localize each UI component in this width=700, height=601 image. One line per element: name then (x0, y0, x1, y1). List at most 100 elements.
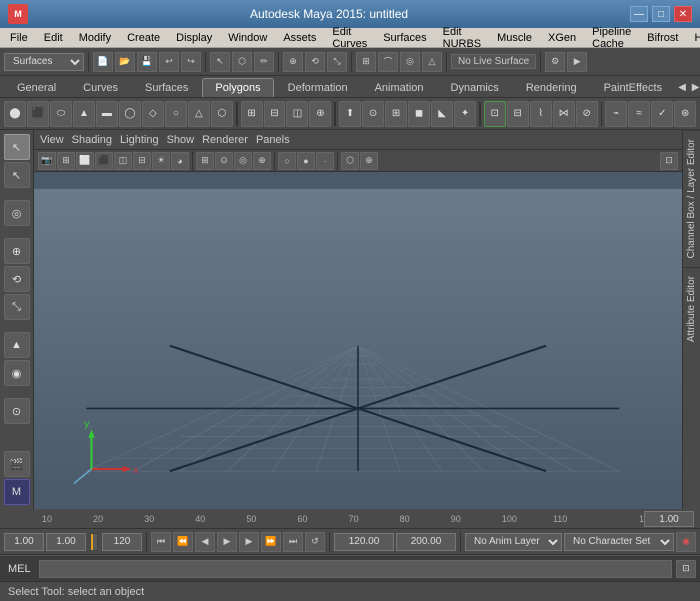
shelf-cylinder-icon[interactable]: ⬭ (50, 101, 72, 127)
vp-select-all-icon[interactable]: ⊞ (57, 152, 75, 170)
shelf-pipe-icon[interactable]: ○ (165, 101, 187, 127)
tab-surfaces[interactable]: Surfaces (132, 78, 201, 97)
menu-create[interactable]: Create (121, 31, 166, 45)
shelf-insert-edge-icon[interactable]: ⊡ (484, 101, 506, 127)
tab-general[interactable]: General (4, 78, 69, 97)
shelf-cone-icon[interactable]: ▲ (73, 101, 95, 127)
shelf-merge-icon[interactable]: ⋈ (553, 101, 575, 127)
lasso-icon[interactable]: ⬡ (232, 52, 252, 72)
shelf-torus-icon[interactable]: ◯ (119, 101, 141, 127)
shelf-split-icon[interactable]: ⊘ (576, 101, 598, 127)
vp-light-icon[interactable]: ☀ (152, 152, 170, 170)
shelf-pyramid-icon[interactable]: △ (188, 101, 210, 127)
menu-assets[interactable]: Assets (277, 31, 322, 45)
render-icon[interactable]: ⚙ (545, 52, 565, 72)
frame-end-input[interactable] (102, 533, 142, 551)
shelf-combine-icon[interactable]: ⊞ (241, 101, 263, 127)
menu-xgen[interactable]: XGen (542, 31, 582, 45)
vp-dot-icon[interactable]: · (316, 152, 334, 170)
viewport-menu-lighting[interactable]: Lighting (120, 134, 159, 146)
script-editor-button[interactable]: ⊡ (676, 560, 696, 578)
snap-point-icon[interactable]: ◎ (400, 52, 420, 72)
vp-smooth-shade-icon[interactable]: ⬛ (95, 152, 113, 170)
snap-surface-icon[interactable]: △ (422, 52, 442, 72)
minimize-button[interactable]: — (630, 6, 648, 22)
select-tool[interactable]: ↖ (4, 134, 30, 160)
vp-orbit-icon[interactable]: ◎ (234, 152, 252, 170)
show-manipulator-tool[interactable]: ⊙ (4, 398, 30, 424)
vp-sphere-icon[interactable]: ● (297, 152, 315, 170)
rotate-icon[interactable]: ⟲ (305, 52, 325, 72)
vp-cam-icon[interactable]: ⊙ (215, 152, 233, 170)
prev-key-button[interactable]: ⏪ (173, 532, 193, 552)
vp-wire-shade-icon[interactable]: ◫ (114, 152, 132, 170)
shelf-append-icon[interactable]: ⊞ (385, 101, 407, 127)
shelf-smooth-icon[interactable]: ⌁ (605, 101, 627, 127)
shelf-extract-icon[interactable]: ◫ (286, 101, 308, 127)
mel-input[interactable] (39, 560, 672, 578)
vp-wireframe-icon[interactable]: ⬜ (76, 152, 94, 170)
vp-isolate-icon[interactable]: ⬡ (341, 152, 359, 170)
component-select-tool[interactable]: ↖ (4, 162, 30, 188)
move-tool[interactable]: ⊕ (4, 238, 30, 264)
loop-button[interactable]: ↺ (305, 532, 325, 552)
shelf-fill-icon[interactable]: ◼ (408, 101, 430, 127)
shelf-sphere-icon[interactable]: ⬤ (4, 101, 26, 127)
close-button[interactable]: ✕ (674, 6, 692, 22)
prev-frame-button[interactable]: ◀ (195, 532, 215, 552)
shelf-connect-icon[interactable]: ⌇ (530, 101, 552, 127)
move-icon[interactable]: ⊕ (283, 52, 303, 72)
frame-current-input[interactable] (46, 533, 86, 551)
shelf-soccer-icon[interactable]: ⬡ (211, 101, 233, 127)
menu-pipeline-cache[interactable]: Pipeline Cache (586, 25, 637, 51)
soft-mod-tool[interactable]: ▲ (4, 332, 30, 358)
menu-edit[interactable]: Edit (38, 31, 69, 45)
tab-curves[interactable]: Curves (70, 78, 131, 97)
vp-camera-icon[interactable]: 📷 (38, 152, 56, 170)
vp-zoom-icon[interactable]: ⊕ (253, 152, 271, 170)
maximize-button[interactable]: □ (652, 6, 670, 22)
shelf-separate-icon[interactable]: ⊟ (264, 101, 286, 127)
shelf-right-arrow[interactable]: ▶ (690, 80, 700, 95)
viewport-menu-shading[interactable]: Shading (72, 134, 112, 146)
rotate-tool[interactable]: ⟲ (4, 266, 30, 292)
vp-grid-icon[interactable]: ⊞ (196, 152, 214, 170)
range-start-input[interactable] (334, 533, 394, 551)
frame-start-input[interactable] (4, 533, 44, 551)
auto-key-button[interactable]: ◉ (676, 532, 696, 552)
menu-display[interactable]: Display (170, 31, 218, 45)
viewport-menu-panels[interactable]: Panels (256, 134, 290, 146)
shelf-left-arrow[interactable]: ◀ (676, 80, 688, 95)
new-scene-icon[interactable]: 📄 (93, 52, 113, 72)
tab-polygons[interactable]: Polygons (202, 78, 273, 97)
select-icon[interactable]: ↖ (210, 52, 230, 72)
shelf-wedge-icon[interactable]: ◣ (431, 101, 453, 127)
range-end-input[interactable] (396, 533, 456, 551)
menu-edit-curves[interactable]: Edit Curves (326, 25, 373, 51)
snap-grid-icon[interactable]: ⊞ (356, 52, 376, 72)
shelf-average-icon[interactable]: ≈ (628, 101, 650, 127)
scale-tool[interactable]: ⤡ (4, 294, 30, 320)
shelf-offset-edge-icon[interactable]: ⊟ (507, 101, 529, 127)
vp-texture-icon[interactable]: ⊟ (133, 152, 151, 170)
menu-muscle[interactable]: Muscle (491, 31, 538, 45)
shelf-extrude-icon[interactable]: ⬆ (339, 101, 361, 127)
tab-painteffects[interactable]: PaintEffects (591, 78, 676, 97)
shelf-prism-icon[interactable]: ◇ (142, 101, 164, 127)
shelf-reduce-icon[interactable]: ⊛ (674, 101, 696, 127)
shelf-booleans-icon[interactable]: ⊕ (309, 101, 331, 127)
mode-dropdown[interactable]: Surfaces Polygons Animation Rendering Dy… (4, 53, 84, 71)
scale-icon[interactable]: ⤡ (327, 52, 347, 72)
viewport-menu-renderer[interactable]: Renderer (202, 134, 248, 146)
tab-rendering[interactable]: Rendering (513, 78, 590, 97)
paint-icon[interactable]: ✏ (254, 52, 274, 72)
menu-help[interactable]: Help (688, 31, 700, 45)
viewport-menu-show[interactable]: Show (167, 134, 195, 146)
next-key-button[interactable]: ⏩ (261, 532, 281, 552)
vp-shadow-icon[interactable]: ◕ (171, 152, 189, 170)
anim-layer-dropdown[interactable]: No Anim Layer (465, 533, 562, 551)
menu-window[interactable]: Window (222, 31, 273, 45)
viewport-menu-view[interactable]: View (40, 134, 64, 146)
shelf-cube-icon[interactable]: ⬛ (27, 101, 49, 127)
channel-box-tab[interactable]: Channel Box / Layer Editor (683, 130, 700, 267)
